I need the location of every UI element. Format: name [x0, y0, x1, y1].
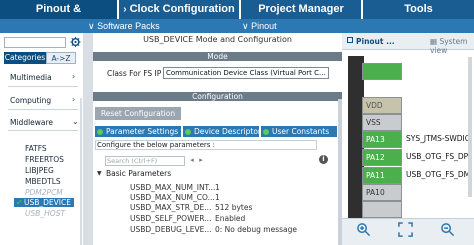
- left-scrollbar[interactable]: [80, 98, 82, 245]
- view-tabs: Pinout ... ▦ System view: [342, 33, 474, 55]
- mode-section-header: Mode: [93, 52, 342, 61]
- zoom-out-icon[interactable]: [440, 222, 455, 237]
- search-next-icon[interactable]: ▸: [197, 156, 205, 165]
- pin-pa10[interactable]: PA10: [362, 184, 402, 201]
- chevron-right-icon: ›: [123, 4, 127, 15]
- middleware-item-fatfs[interactable]: FATFS: [25, 144, 47, 153]
- param-value[interactable]: 0: No debug message: [215, 225, 297, 234]
- category-multimedia[interactable]: Multimedia: [10, 73, 52, 82]
- fit-to-screen-icon[interactable]: [398, 222, 413, 237]
- reset-configuration-button[interactable]: Reset Configuration: [95, 107, 181, 120]
- divider: [8, 109, 78, 110]
- gear-icon[interactable]: [70, 36, 81, 48]
- divider: [8, 86, 78, 87]
- tab-tools[interactable]: Tools: [363, 0, 474, 19]
- divider: [8, 130, 78, 131]
- class-for-fs-ip-select[interactable]: Communication Device Class (Virtual Port…: [163, 67, 329, 79]
- tab-user-constants-label: User Constants: [272, 127, 330, 136]
- param-name: USBD_MAX_NUM_CO...: [130, 193, 215, 202]
- software-packs-menu[interactable]: ∨ Software Packs: [88, 19, 160, 33]
- mode-configuration-panel: USB_DEVICE Mode and Configuration Mode C…: [93, 33, 342, 245]
- param-name: USBD_SELF_POWER...: [130, 214, 212, 223]
- tab-parameter-settings-label: Parameter Settings: [106, 127, 179, 136]
- zoom-toolbar: [342, 218, 474, 245]
- middleware-item-usb-device[interactable]: USB_DEVICE: [14, 198, 74, 207]
- chevron-down-icon: ∨: [242, 21, 252, 31]
- pin-pa13[interactable]: PA13: [362, 131, 402, 148]
- param-value[interactable]: 1: [215, 193, 220, 202]
- tab-user-constants[interactable]: User Constants: [261, 126, 337, 137]
- pin-pa11[interactable]: PA11: [362, 167, 402, 184]
- pin-function-label: USB_OTG_FS_DM: [406, 170, 471, 179]
- left-categories-panel: Categories A->Z Multimedia › Computing ›…: [0, 33, 82, 245]
- pinout-view-panel: Pinout ... ▦ System view VDD VSS PA13 SY…: [342, 33, 474, 245]
- tab-pinout-configuration[interactable]: Pinout & Configuration: [0, 0, 117, 34]
- main-tab-bar: Pinout & Configuration ›Clock Configurat…: [0, 0, 474, 34]
- chip-view-icon: [347, 37, 353, 43]
- chevron-down-icon: ∨: [88, 21, 98, 31]
- middleware-item-pdm2pcm: PDM2PCM: [25, 188, 63, 197]
- pin-vss[interactable]: VSS: [362, 114, 402, 131]
- status-ok-icon: [185, 128, 191, 135]
- chevron-right-icon[interactable]: ›: [72, 72, 75, 81]
- status-ok-icon: [263, 128, 269, 135]
- param-name: USBD_MAX_STR_DE...: [130, 203, 212, 212]
- param-name: USBD_MAX_NUM_INT...: [130, 183, 216, 192]
- configuration-section-header: Configuration: [93, 92, 342, 101]
- info-icon[interactable]: i: [319, 155, 328, 164]
- middleware-item-mbedtls[interactable]: MBEDTLS: [25, 177, 61, 186]
- status-ok-icon: [97, 128, 103, 135]
- panel-divider[interactable]: [83, 33, 93, 245]
- check-icon: ✔: [16, 198, 23, 207]
- parameter-group-basic[interactable]: Basic Parameters: [106, 169, 171, 178]
- middleware-item-usb-host: USB_HOST: [25, 209, 66, 218]
- configure-hint: Configure the below parameters :: [95, 140, 317, 150]
- tab-a-to-z[interactable]: A->Z: [46, 52, 76, 64]
- param-value[interactable]: 1: [215, 183, 220, 192]
- param-value[interactable]: Enabled: [215, 214, 245, 223]
- software-packs-label: Software Packs: [97, 21, 160, 31]
- chevron-right-icon[interactable]: ›: [72, 95, 75, 104]
- chevron-down-icon[interactable]: ⌄: [72, 117, 79, 126]
- tab-system-view[interactable]: ▦ System view: [430, 37, 474, 55]
- pin[interactable]: [362, 201, 402, 218]
- search-prev-icon[interactable]: ◂: [188, 156, 196, 165]
- tab-pinout-view[interactable]: Pinout ...: [356, 37, 395, 46]
- secondary-toolbar: ∨ Software Packs ∨ Pinout: [0, 19, 474, 33]
- pin-function-label: USB_OTG_FS_DP: [406, 152, 469, 161]
- pin-pa12[interactable]: PA12: [362, 149, 402, 166]
- right-scrollbar[interactable]: [468, 57, 472, 197]
- tab-project-manager[interactable]: Project Manager: [241, 0, 361, 19]
- middleware-item-libjpeg[interactable]: LIBJPEG: [25, 166, 54, 175]
- tab-clock-configuration-label: Clock Configuration: [129, 3, 235, 15]
- middleware-item-freertos[interactable]: FREERTOS: [25, 155, 64, 164]
- param-value[interactable]: 512 bytes: [215, 203, 252, 212]
- tab-clock-configuration[interactable]: › Clock Configuration: [119, 0, 239, 19]
- pinout-label: Pinout: [251, 21, 277, 31]
- category-middleware[interactable]: Middleware: [10, 118, 53, 127]
- class-for-fs-ip-label: Class For FS IP: [107, 69, 162, 78]
- pin-function-label: SYS_JTMS-SWDIO: [406, 134, 471, 143]
- tab-categories[interactable]: Categories: [4, 52, 46, 64]
- param-name: USBD_DEBUG_LEVE...: [130, 225, 212, 234]
- tab-tools-label: Tools: [404, 3, 433, 15]
- category-search-input[interactable]: [4, 37, 66, 48]
- panel-title: USB_DEVICE Mode and Configuration: [143, 35, 292, 44]
- pinout-menu[interactable]: ∨ Pinout: [242, 19, 277, 33]
- category-computing[interactable]: Computing: [10, 96, 51, 105]
- pin-vdd[interactable]: VDD: [362, 97, 402, 114]
- parameter-list: Search (Ctrl+F) ◂ ▸ ▼ Basic Parameters U…: [95, 153, 317, 245]
- tab-parameter-settings[interactable]: Parameter Settings: [95, 126, 181, 137]
- pin[interactable]: [362, 63, 402, 80]
- tab-device-descriptor[interactable]: Device Descriptor: [183, 126, 261, 137]
- tab-device-descriptor-label: Device Descriptor: [194, 127, 261, 136]
- parameter-search-input[interactable]: Search (Ctrl+F): [105, 156, 185, 166]
- zoom-in-icon[interactable]: [356, 222, 371, 237]
- tab-project-manager-label: Project Manager: [258, 3, 344, 15]
- chevron-down-icon[interactable]: ▼: [97, 170, 102, 177]
